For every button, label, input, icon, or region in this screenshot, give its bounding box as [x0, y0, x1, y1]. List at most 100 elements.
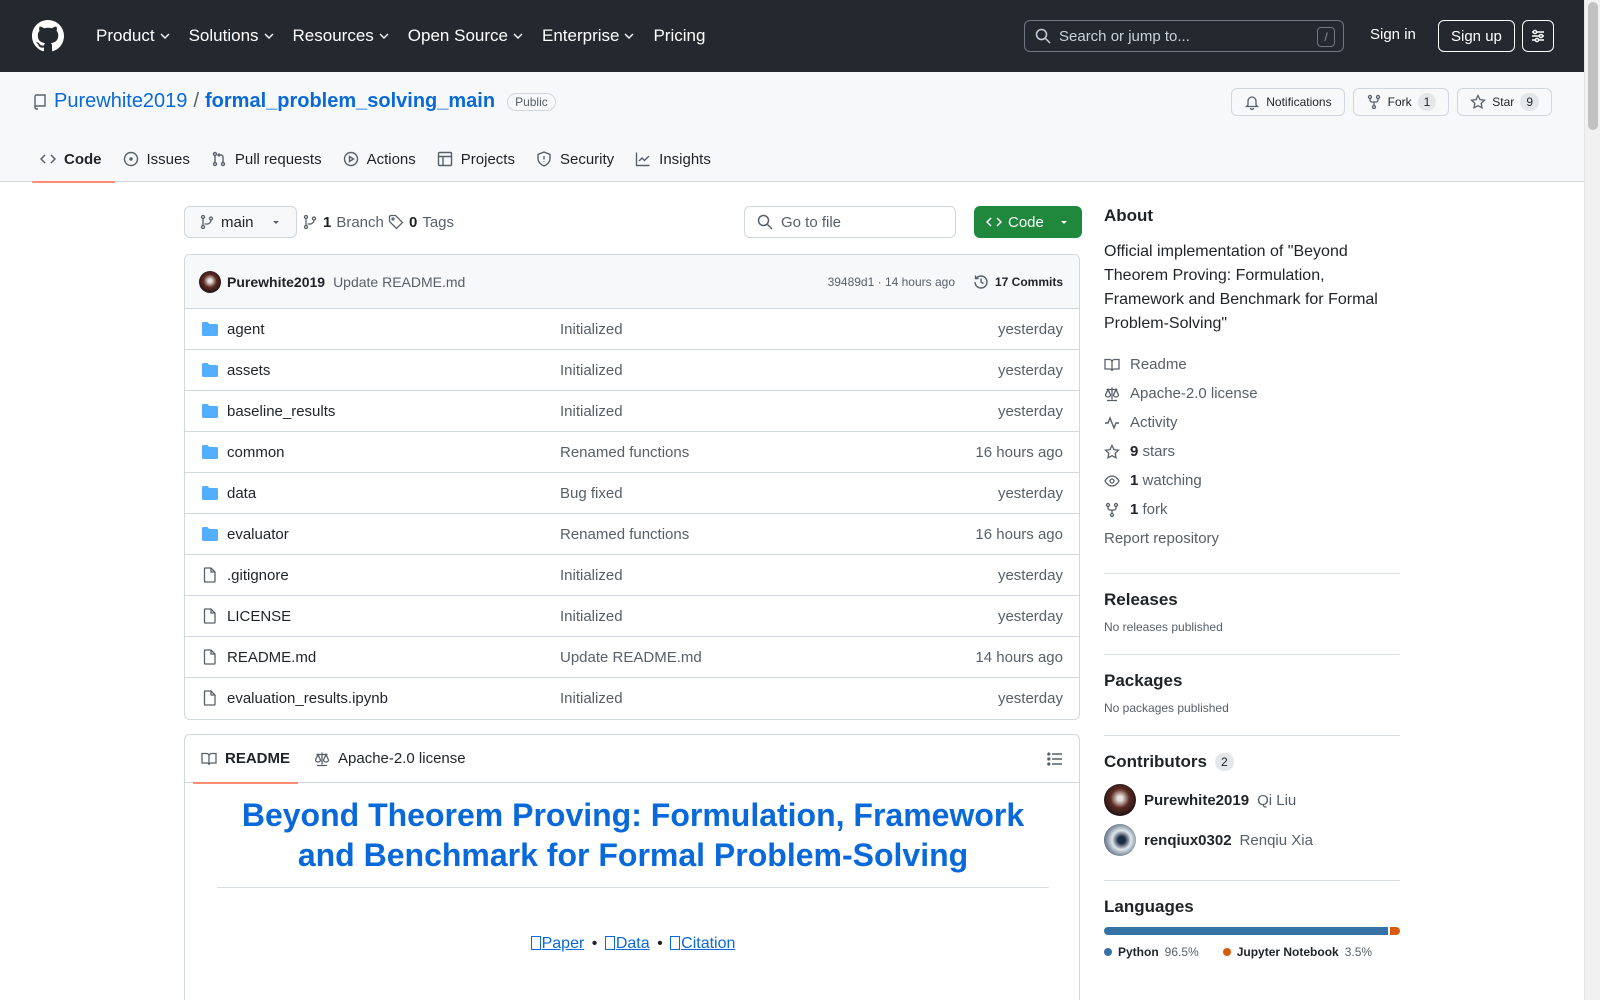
file-name-link[interactable]: baseline_results: [227, 403, 335, 420]
tab-issues-label: Issues: [146, 150, 190, 168]
language-item-jupyter-notebook[interactable]: Jupyter Notebook 3.5%: [1222, 945, 1372, 959]
language-item-python[interactable]: Python 96.5%: [1104, 945, 1199, 959]
file-name-link[interactable]: assets: [227, 362, 270, 379]
global-search-input[interactable]: Search or jump to... /: [1024, 20, 1344, 52]
readme-link[interactable]: Readme: [1104, 350, 1400, 379]
notifications-button[interactable]: Notifications: [1231, 88, 1345, 116]
branches-link[interactable]: 1 Branch: [302, 206, 384, 238]
fork-icon: [1367, 94, 1380, 110]
data-link[interactable]: Data: [604, 935, 650, 952]
tags-link[interactable]: 0 Tags: [388, 206, 454, 238]
outline-button[interactable]: [1047, 751, 1063, 767]
tab-code[interactable]: Code: [32, 136, 115, 183]
data-link-label: Data: [615, 935, 650, 952]
avatar[interactable]: [199, 270, 221, 293]
tab-security[interactable]: Security: [528, 136, 627, 182]
fork-button[interactable]: Fork 1: [1352, 88, 1450, 116]
readme-tabs: README Apache-2.0 license: [185, 735, 1079, 784]
nav-solutions[interactable]: Solutions: [181, 20, 283, 52]
citation-link-label: Citation: [681, 935, 736, 952]
sign-in-link[interactable]: Sign in: [1370, 26, 1416, 43]
citation-link[interactable]: Citation: [670, 935, 735, 952]
activity-link[interactable]: Activity: [1104, 408, 1400, 437]
contributor-item[interactable]: Purewhite2019 Qi Liu: [1104, 780, 1400, 820]
go-to-file-input[interactable]: Go to file: [744, 206, 956, 238]
file-row[interactable]: evaluator Renamed functions 16 hours ago: [185, 514, 1079, 555]
forks-count: 1: [1130, 501, 1139, 518]
tab-projects[interactable]: Projects: [429, 136, 528, 182]
file-commit-message[interactable]: Initialized: [560, 608, 623, 625]
file-row[interactable]: agent Initialized yesterday: [185, 309, 1079, 350]
file-commit-message[interactable]: Initialized: [560, 362, 623, 379]
file-name-link[interactable]: common: [227, 444, 285, 461]
commit-message-link[interactable]: Update README.md: [333, 274, 465, 290]
file-row[interactable]: common Renamed functions 16 hours ago: [185, 432, 1079, 473]
file-row[interactable]: assets Initialized yesterday: [185, 350, 1079, 391]
language-name: Jupyter Notebook: [1236, 945, 1339, 959]
packages-heading[interactable]: Packages: [1104, 671, 1400, 691]
file-commit-message[interactable]: Initialized: [560, 321, 623, 338]
commits-history-link[interactable]: 17 Commits: [973, 274, 1063, 290]
contributors-heading[interactable]: Contributors 2: [1104, 752, 1400, 772]
nav-resources[interactable]: Resources: [285, 20, 398, 52]
file-commit-message[interactable]: Initialized: [560, 690, 623, 707]
tab-pull-requests[interactable]: Pull requests: [203, 136, 335, 182]
releases-heading[interactable]: Releases: [1104, 590, 1400, 610]
file-row[interactable]: LICENSE Initialized yesterday: [185, 596, 1079, 637]
page-scrollbar[interactable]: [1584, 0, 1600, 1000]
chevron-down-icon: [379, 33, 389, 39]
repo-name-link[interactable]: formal_problem_solving_main: [205, 90, 495, 113]
tab-issues[interactable]: Issues: [115, 136, 203, 182]
stars-link[interactable]: 9 stars: [1104, 437, 1400, 466]
tab-insights[interactable]: Insights: [627, 136, 724, 182]
go-to-file-placeholder: Go to file: [781, 213, 842, 231]
forks-link[interactable]: 1 fork: [1104, 495, 1400, 524]
report-repository-link[interactable]: Report repository: [1104, 524, 1400, 553]
commit-author-link[interactable]: Purewhite2019: [227, 274, 325, 290]
tab-readme-label: README: [225, 750, 291, 767]
repo-owner-link[interactable]: Purewhite2019: [54, 90, 187, 113]
nav-pricing[interactable]: Pricing: [645, 20, 713, 52]
file-name-link[interactable]: evaluation_results.ipynb: [227, 690, 388, 707]
nav-open-source[interactable]: Open Source: [400, 20, 532, 52]
nav-product[interactable]: Product: [88, 20, 179, 52]
site-menu-button[interactable]: [1522, 20, 1554, 52]
file-row[interactable]: README.md Update README.md 14 hours ago: [185, 637, 1079, 678]
file-name-link[interactable]: README.md: [227, 649, 316, 666]
paper-link[interactable]: Paper: [530, 935, 584, 952]
languages-heading: Languages: [1104, 897, 1194, 916]
file-row[interactable]: evaluation_results.ipynb Initialized yeste…: [185, 678, 1079, 719]
tab-license[interactable]: Apache-2.0 license: [306, 735, 474, 783]
global-nav: Product Solutions Resources Open Source …: [88, 20, 713, 52]
tab-readme[interactable]: README: [193, 735, 299, 784]
license-link[interactable]: Apache-2.0 license: [1104, 379, 1400, 408]
file-name-link[interactable]: .gitignore: [227, 567, 289, 584]
github-logo-icon[interactable]: [32, 20, 64, 52]
contributor-item[interactable]: renqiux0302 Renqiu Xia: [1104, 820, 1400, 860]
branch-select-button[interactable]: main: [184, 206, 297, 238]
file-commit-message[interactable]: Renamed functions: [560, 444, 689, 461]
file-row[interactable]: .gitignore Initialized yesterday: [185, 555, 1079, 596]
file-commit-message[interactable]: Update README.md: [560, 649, 702, 666]
file-commit-message[interactable]: Bug fixed: [560, 485, 623, 502]
tab-pull-requests-label: Pull requests: [234, 150, 322, 168]
file-commit-message[interactable]: Renamed functions: [560, 526, 689, 543]
tab-actions[interactable]: Actions: [335, 136, 429, 182]
nav-enterprise[interactable]: Enterprise: [534, 20, 643, 52]
file-commit-message[interactable]: Initialized: [560, 403, 623, 420]
file-name-link[interactable]: LICENSE: [227, 608, 291, 625]
commit-hash-time[interactable]: 39489d1 · 14 hours ago: [828, 275, 955, 289]
scrollbar-thumb[interactable]: [1588, 2, 1598, 130]
file-name-link[interactable]: evaluator: [227, 526, 289, 543]
watchers-link[interactable]: 1 watching: [1104, 466, 1400, 495]
file-row[interactable]: data Bug fixed yesterday: [185, 473, 1079, 514]
file-row[interactable]: baseline_results Initialized yesterday: [185, 391, 1079, 432]
file-name-link[interactable]: data: [227, 485, 256, 502]
code-dropdown-button[interactable]: Code: [974, 206, 1082, 238]
file-name-link[interactable]: agent: [227, 321, 265, 338]
sign-up-button[interactable]: Sign up: [1438, 20, 1515, 52]
branch-count-label: Branch: [336, 213, 384, 231]
star-button[interactable]: Star 9: [1457, 88, 1552, 116]
branch-icon: [200, 214, 214, 230]
file-commit-message[interactable]: Initialized: [560, 567, 623, 584]
